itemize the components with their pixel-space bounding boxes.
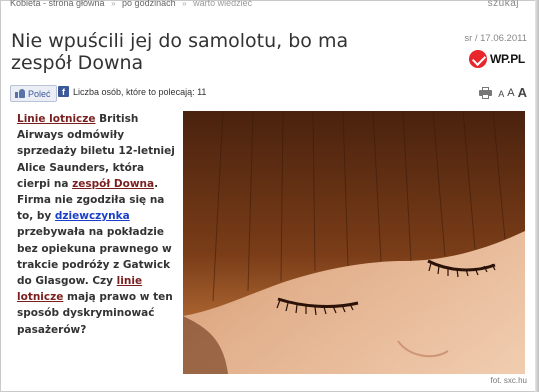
article-lead: Linie lotnicze British Airways odmówiły …	[17, 111, 177, 338]
like-button-label: Poleć	[28, 88, 51, 99]
article-title: Nie wpuścili jej do samolotu, bo ma zesp…	[11, 30, 349, 74]
search-link[interactable]: szukaj	[488, 0, 519, 9]
lead-text-3: przebywała na pokładzie bez opiekuna pra…	[17, 226, 172, 288]
like-count: f Liczba osób, które to polecają: 11	[58, 86, 206, 97]
breadcrumb-separator-icon: »	[111, 0, 116, 8]
girl-face-illustration	[183, 111, 525, 374]
breadcrumb-home[interactable]: Kobieta - strona główna	[10, 0, 105, 8]
link-down-syndrome[interactable]: zespół Downa	[72, 178, 154, 190]
thumbs-up-icon	[15, 89, 25, 98]
facebook-like-button[interactable]: Poleć	[10, 85, 57, 102]
article-photo	[183, 111, 525, 374]
font-size-small-button[interactable]: A	[498, 90, 504, 99]
breadcrumb-after-hours[interactable]: po godzinach	[122, 0, 176, 8]
breadcrumb: Kobieta - strona główna » po godzinach »…	[10, 0, 252, 8]
wp-logo-text: WP.PL	[490, 52, 525, 66]
facebook-icon: f	[58, 86, 69, 97]
wp-logo-icon	[469, 50, 487, 68]
article-tools: A A A	[479, 86, 527, 99]
breadcrumb-separator-icon: »	[182, 0, 187, 8]
like-count-text: Liczba osób, które to polecają: 11	[73, 86, 207, 97]
window-edge	[535, 0, 539, 392]
photo-credit: fot. sxc.hu	[490, 376, 527, 385]
article-byline: sr / 17.06.2011	[464, 33, 527, 44]
wp-logo[interactable]: WP.PL	[469, 50, 527, 68]
breadcrumb-worth-knowing[interactable]: warto wiedzieć	[193, 0, 252, 8]
top-navigation: Kobieta - strona główna » po godzinach »…	[0, 0, 535, 12]
font-size-medium-button[interactable]: A	[507, 88, 514, 99]
font-size-large-button[interactable]: A	[518, 86, 527, 99]
print-icon[interactable]	[479, 87, 493, 99]
link-airlines-lead[interactable]: Linie lotnicze	[17, 113, 96, 125]
link-girl[interactable]: dziewczynka	[55, 210, 130, 222]
